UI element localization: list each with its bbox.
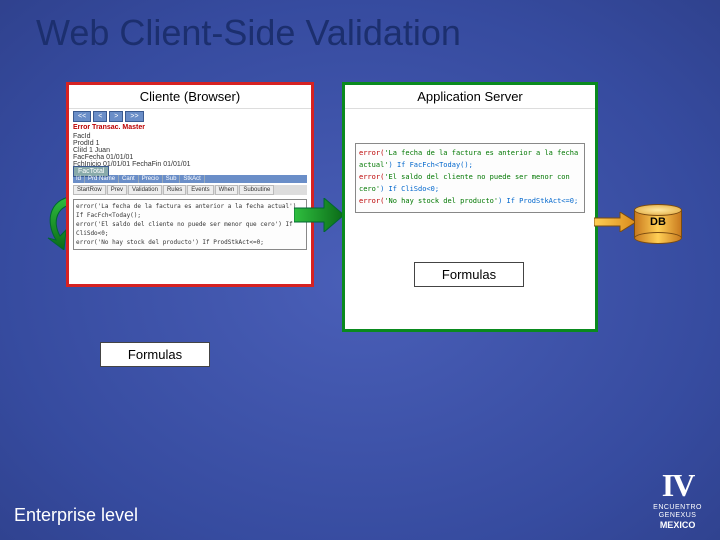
- slide-title: Web Client-Side Validation: [0, 0, 720, 54]
- code-line: error('No hay stock del producto') If Pr…: [359, 195, 581, 207]
- code-line: error('No hay stock del producto') If Pr…: [76, 238, 304, 247]
- server-mock-ui: error('La fecha de la factura es anterio…: [345, 109, 595, 219]
- form-field: FacFecha 01/01/01: [73, 154, 307, 161]
- form-field: CliId 1 Juan: [73, 147, 307, 154]
- client-formulas-label: Formulas: [100, 342, 210, 367]
- logo-line2: GENEXUS: [653, 512, 702, 520]
- code-line: error('La fecha de la factura es anterio…: [359, 147, 581, 171]
- code-line: error('La fecha de la factura es anterio…: [76, 202, 304, 220]
- server-box-label: Application Server: [345, 85, 595, 109]
- db-label: DB: [634, 216, 682, 228]
- nav-prev-button: <: [93, 111, 107, 122]
- arrow-to-server-icon: [294, 198, 344, 232]
- server-code-area: error('La fecha de la factura es anterio…: [355, 143, 585, 213]
- arrow-to-db-icon: [594, 212, 636, 232]
- section-tabs: StartRowPrevValidationRulesEventsWhenSub…: [73, 185, 307, 195]
- server-formulas-label: Formulas: [414, 262, 524, 287]
- client-box-label: Cliente (Browser): [69, 85, 311, 109]
- client-browser-box: Cliente (Browser) << < > >> Error Transa…: [66, 82, 314, 287]
- logo-line1: ENCUENTRO: [653, 504, 702, 512]
- footer-text: Enterprise level: [14, 505, 138, 526]
- client-mock-ui: << < > >> Error Transac. Master FacId Pr…: [69, 109, 311, 252]
- client-code-area: error('La fecha de la factura es anterio…: [73, 199, 307, 250]
- grid-header: IdPrd NameCantPrecioSubStkAct: [73, 175, 307, 183]
- logo-line3: MEXICO: [653, 520, 702, 530]
- nav-first-button: <<: [73, 111, 91, 122]
- code-line: error('El saldo del cliente no puede ser…: [359, 171, 581, 195]
- form-field: ProdId 1: [73, 140, 307, 147]
- nav-last-button: >>: [125, 111, 143, 122]
- application-server-box: Application Server error('La fecha de la…: [342, 82, 598, 332]
- database-icon: DB: [634, 204, 682, 244]
- logo-roman-numeral: IV: [653, 467, 702, 504]
- event-logo: IV ENCUENTRO GENEXUS MEXICO: [653, 467, 702, 530]
- nav-next-button: >: [109, 111, 123, 122]
- form-field: FacId: [73, 133, 307, 140]
- form-title: Error Transac. Master: [73, 124, 307, 131]
- code-line: error('El saldo del cliente no puede ser…: [76, 220, 304, 238]
